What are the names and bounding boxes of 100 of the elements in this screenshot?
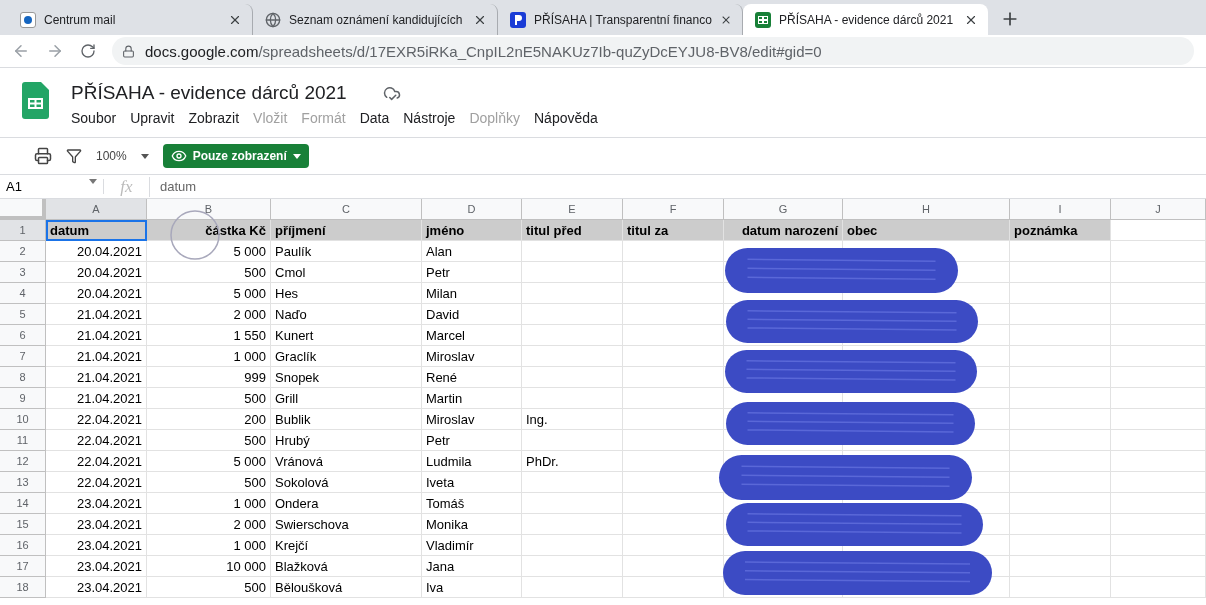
table-cell: Milan [422, 283, 522, 304]
mail-icon [20, 11, 36, 28]
table-cell: 500 [147, 577, 271, 598]
table-cell: Hes [271, 283, 422, 304]
row-header[interactable]: 6 [0, 325, 46, 346]
row-header[interactable]: 13 [0, 472, 46, 493]
document-title[interactable]: PŘÍSAHA - evidence dárců 2021 [71, 82, 347, 104]
table-cell: 500 [147, 430, 271, 451]
header-cell[interactable]: poznámka [1010, 220, 1111, 241]
header-cell[interactable]: obec [843, 220, 1010, 241]
column-header[interactable]: I [1010, 199, 1111, 220]
header-cell[interactable]: datum [46, 220, 147, 241]
row-header[interactable]: 10 [0, 409, 46, 430]
table-cell: 999 [147, 367, 271, 388]
menu-item[interactable]: Nástroje [403, 110, 456, 126]
row-header[interactable]: 14 [0, 493, 46, 514]
table-cell: Ing. [522, 409, 623, 430]
header-cell[interactable]: částka Kč [147, 220, 271, 241]
row-header[interactable]: 11 [0, 430, 46, 451]
browser-tab[interactable]: Seznam oznámení kandidujících [253, 4, 498, 35]
table-cell: 22.04.2021 [46, 409, 147, 430]
address-bar[interactable]: docs.google.com/spreadsheets/d/17EXR5iRKa_CnpIL2nE5NAKUz7Ib-quZyDcEYJU8-BV8/edit#gid=0 [112, 37, 1194, 65]
row-header[interactable]: 16 [0, 535, 46, 556]
browser-tab[interactable]: PŘÍSAHA | Transparentní financo [498, 4, 743, 35]
row-header[interactable]: 1 [0, 220, 46, 241]
header-cell[interactable]: jméno [422, 220, 522, 241]
column-header[interactable]: F [623, 199, 724, 220]
table-cell: 21.04.2021 [46, 388, 147, 409]
row-header[interactable]: 2 [0, 241, 46, 262]
menu-item[interactable]: Nápověda [534, 110, 598, 126]
sheets-logo-icon[interactable] [22, 82, 49, 119]
menu-item[interactable]: Zobrazit [188, 110, 240, 126]
row-header[interactable]: 17 [0, 556, 46, 577]
formula-value[interactable]: datum [150, 179, 197, 194]
caret-icon[interactable] [89, 179, 97, 184]
eye-icon [170, 148, 187, 164]
row-header[interactable]: 8 [0, 367, 46, 388]
caret-icon[interactable] [140, 153, 149, 159]
column-header[interactable]: B [147, 199, 271, 220]
table-cell: Sokolová [271, 472, 422, 493]
menu-item[interactable]: Upravit [130, 110, 175, 126]
header-cell[interactable]: datum narození [724, 220, 843, 241]
table-cell: Blažková [271, 556, 422, 577]
back-icon[interactable] [12, 42, 30, 60]
row-header[interactable]: 15 [0, 514, 46, 535]
column-header[interactable]: D [422, 199, 522, 220]
row-header[interactable]: 4 [0, 283, 46, 304]
table-cell: 1 550 [147, 325, 271, 346]
table-cell: 1 000 [147, 535, 271, 556]
browser-tab[interactable]: Centrum mail [8, 4, 253, 35]
table-cell: 22.04.2021 [46, 451, 147, 472]
column-header[interactable]: H [843, 199, 1010, 220]
header-cell[interactable]: titul před [522, 220, 623, 241]
browser-tab[interactable]: PŘÍSAHA - evidence dárců 2021 [743, 4, 988, 35]
header-cell[interactable]: příjmení [271, 220, 422, 241]
column-header[interactable]: G [724, 199, 843, 220]
reload-icon[interactable] [80, 43, 96, 59]
table-cell: Bublik [271, 409, 422, 430]
view-mode-button[interactable]: Pouze zobrazení [162, 144, 309, 168]
row-header[interactable]: 9 [0, 388, 46, 409]
header-cell[interactable]: titul za [623, 220, 724, 241]
table-cell: 23.04.2021 [46, 493, 147, 514]
menu-item[interactable]: Data [359, 110, 390, 126]
column-header[interactable]: C [271, 199, 422, 220]
table-cell: Kunert [271, 325, 422, 346]
column-header[interactable]: J [1111, 199, 1206, 220]
logo-icon [510, 11, 526, 28]
column-header[interactable]: E [522, 199, 623, 220]
cloud-icon[interactable] [382, 84, 401, 102]
caret-icon[interactable] [292, 153, 301, 159]
table-cell: Krejčí [271, 535, 422, 556]
table-cell: 21.04.2021 [46, 304, 147, 325]
table-cell: Hrubý [271, 430, 422, 451]
print-icon[interactable] [34, 147, 52, 165]
table-cell: Iva [422, 577, 522, 598]
row-header[interactable]: 5 [0, 304, 46, 325]
forward-icon[interactable] [46, 42, 64, 60]
table-cell: 21.04.2021 [46, 325, 147, 346]
row-header[interactable]: 3 [0, 262, 46, 283]
table-cell: 1 000 [147, 493, 271, 514]
url-text: docs.google.com/spreadsheets/d/17EXR5iRKa_CnpIL2nE5NAKUz7Ib-quZyDcEYJU8-BV8/edit#gid=0 [145, 42, 822, 60]
name-box[interactable]: A1 [0, 179, 104, 194]
table-cell: 5 000 [147, 451, 271, 472]
zoom-select[interactable]: 100% [96, 149, 149, 163]
table-cell: 21.04.2021 [46, 367, 147, 388]
table-cell: 21.04.2021 [46, 346, 147, 367]
sheets-icon [755, 11, 771, 28]
column-header[interactable]: A [46, 199, 147, 220]
table-cell: Vladimír [422, 535, 522, 556]
table-cell: Swierschova [271, 514, 422, 535]
row-header[interactable]: 18 [0, 577, 46, 598]
menu-item[interactable]: Soubor [71, 110, 117, 126]
table-cell: 5 000 [147, 283, 271, 304]
filter-icon[interactable] [66, 148, 82, 164]
table-cell: 1 000 [147, 346, 271, 367]
row-header[interactable]: 12 [0, 451, 46, 472]
table-cell: Petr [422, 430, 522, 451]
row-header[interactable]: 7 [0, 346, 46, 367]
table-cell: Miroslav [422, 346, 522, 367]
table-cell: Ludmila [422, 451, 522, 472]
